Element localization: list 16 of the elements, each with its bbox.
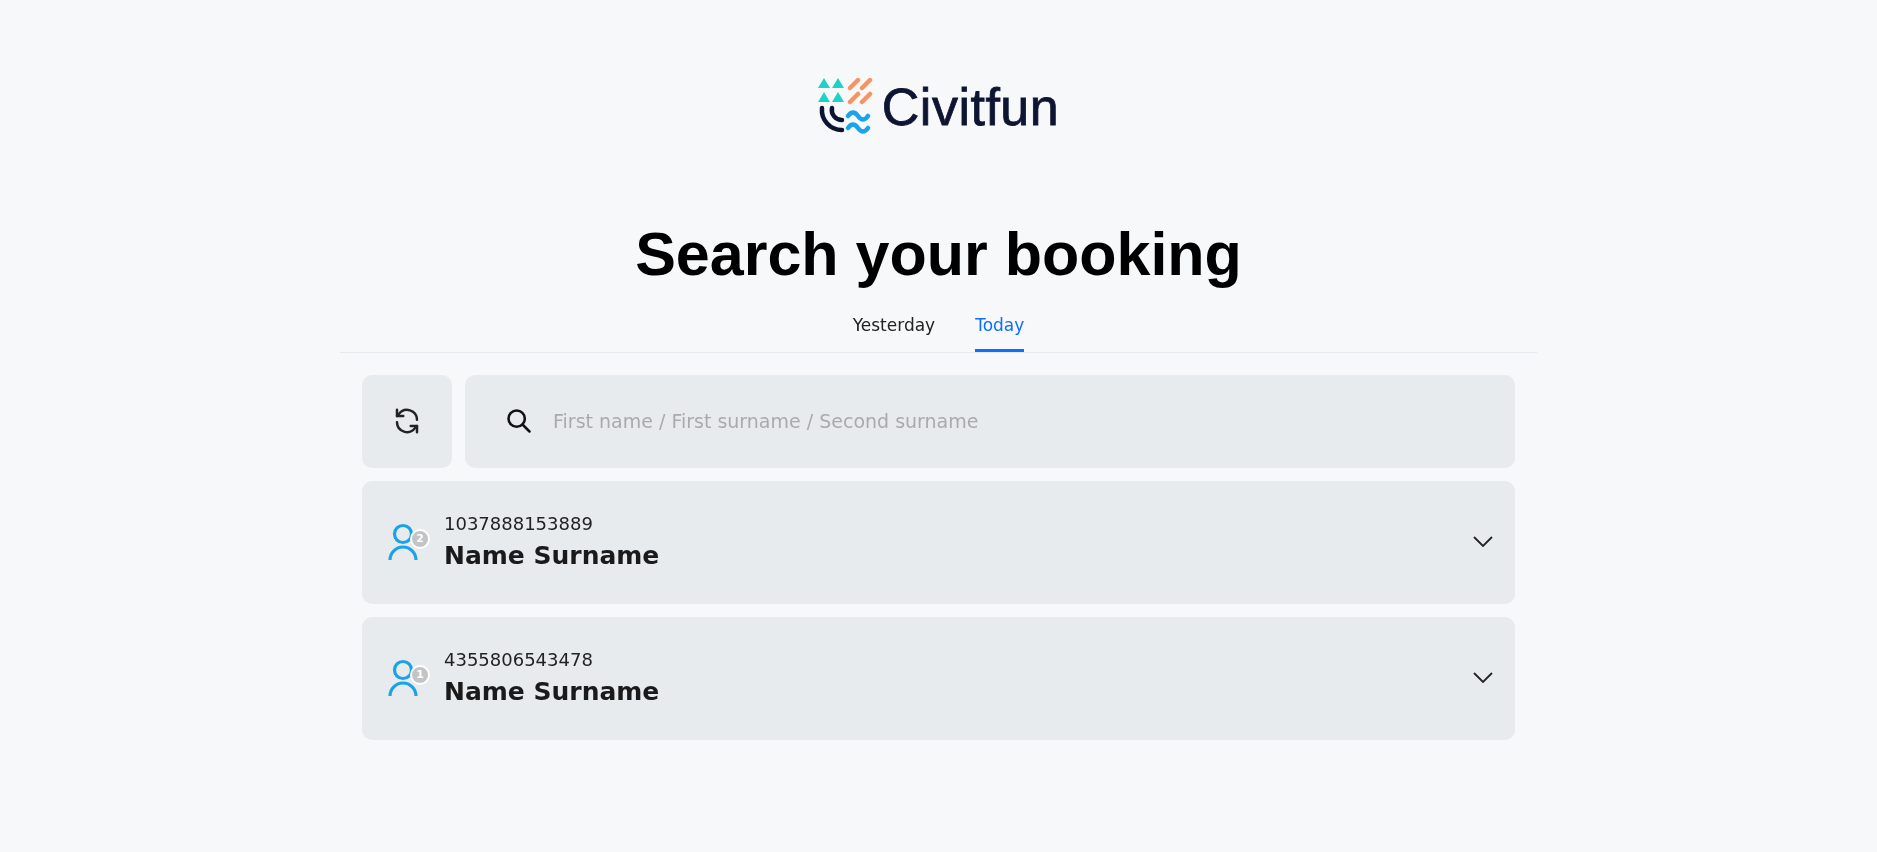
guest-count: 1 (410, 665, 430, 686)
guest-name: Name Surname (444, 675, 661, 708)
guest-count: 2 (410, 529, 430, 550)
refresh-button[interactable] (362, 374, 452, 468)
booking-card[interactable]: 2 1037888153889 Name Surname (362, 480, 1515, 604)
search-icon (505, 406, 533, 435)
tab[interactable]: Today (975, 309, 1025, 352)
logo-icon (817, 78, 874, 136)
booking-card[interactable]: 1 4355806543478 Name Surname (362, 616, 1515, 740)
search-field[interactable]: First name / First surname / Second surname (465, 374, 1515, 468)
page-title: Search your booking (635, 219, 1242, 290)
logo-text: Civitfun (881, 77, 1060, 138)
guest-name: Name Surname (444, 539, 661, 572)
booking-code: 1037888153889 (444, 511, 594, 536)
booking-code: 4355806543478 (444, 647, 594, 672)
tab[interactable]: Yesterday (852, 309, 936, 352)
